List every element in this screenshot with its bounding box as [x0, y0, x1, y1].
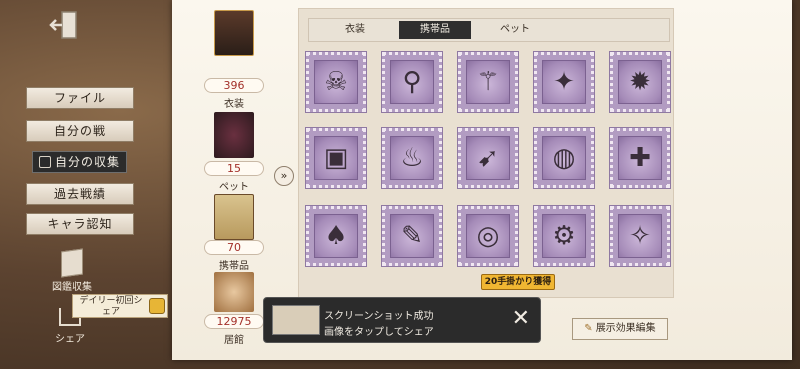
- sidebar-item-my-collection[interactable]: 自分の収集: [32, 151, 127, 173]
- spear-icon: ✦: [553, 67, 575, 97]
- exit-door-icon[interactable]: [48, 8, 82, 42]
- stamp-frame: ⚲: [390, 60, 434, 104]
- key-staff-icon: ⚲: [402, 67, 422, 97]
- category-tabs: 衣装 携帯品 ペット: [308, 18, 670, 42]
- tab-label: 衣装: [345, 24, 365, 35]
- crow-icon: ⚚: [476, 67, 500, 97]
- gift-icon: [149, 298, 165, 314]
- golden-relic-icon: ✹: [629, 67, 651, 97]
- candle-stand-icon: ♨: [400, 143, 424, 173]
- stamp-frame: ✚: [618, 136, 662, 180]
- close-icon[interactable]: ✕: [512, 306, 530, 332]
- catalog-button[interactable]: 図鑑収集: [44, 248, 100, 293]
- accessory-icon: [214, 194, 254, 240]
- stat-value: 396: [204, 78, 264, 93]
- stamp-frame: ☠: [314, 60, 358, 104]
- item-stamp[interactable]: ♨: [381, 127, 443, 189]
- stamp-frame: ⚙: [542, 214, 586, 258]
- item-stamp[interactable]: ✧: [609, 205, 671, 267]
- stat-value: 70: [204, 240, 264, 255]
- item-stamp[interactable]: ☠: [305, 51, 367, 113]
- item-stamp[interactable]: ⚚: [457, 51, 519, 113]
- sidebar-item-character[interactable]: キャラ認知: [26, 213, 134, 235]
- tab-costume[interactable]: 衣装: [319, 21, 391, 39]
- sidebar-item-label: 自分の戦: [53, 124, 106, 138]
- stamp-frame: ➹: [466, 136, 510, 180]
- sidebar-item-my-battles[interactable]: 自分の戦: [26, 120, 134, 142]
- pet-icon: [214, 112, 254, 158]
- portrait-card-icon: ▣: [323, 143, 349, 173]
- stat-value: 15: [204, 161, 264, 176]
- target-disc-icon: ◎: [476, 221, 500, 251]
- expand-arrow-button[interactable]: »: [274, 166, 294, 186]
- toast-title: スクリーンショット成功: [324, 311, 434, 322]
- purple-needle-icon: ➹: [477, 143, 499, 173]
- sidebar-item-label: ファイル: [53, 91, 106, 105]
- edit-display-button[interactable]: ✎ 展示効果編集: [572, 318, 668, 340]
- costume-portrait: [214, 10, 254, 56]
- item-stamp[interactable]: ➹: [457, 127, 519, 189]
- item-stamp[interactable]: ✚: [609, 127, 671, 189]
- daily-tip-text: デイリー初回シェア: [79, 296, 143, 317]
- item-stamp[interactable]: ✹: [609, 51, 671, 113]
- tab-pet[interactable]: ペット: [479, 21, 551, 39]
- sidebar-item-label: 過去戦績: [53, 187, 106, 201]
- stamp-frame: ◎: [466, 214, 510, 258]
- catalog-label: 図鑑収集: [52, 282, 92, 293]
- stamp-frame: ▣: [314, 136, 358, 180]
- edit-label: 展示効果編集: [595, 323, 656, 334]
- sidebar-item-label: キャラ認知: [47, 217, 113, 231]
- item-stamp[interactable]: ◎: [457, 205, 519, 267]
- book-icon: [61, 248, 83, 278]
- stamp-frame: ⚚: [466, 60, 510, 104]
- gear-box-icon: ⚙: [552, 221, 576, 251]
- stamp-frame: ◍: [542, 136, 586, 180]
- shield-icon: [38, 156, 51, 168]
- tab-label: ペット: [500, 24, 530, 35]
- hat-cape-icon: ♠: [324, 221, 348, 251]
- sidebar-item-file[interactable]: ファイル: [26, 87, 134, 109]
- stamp-frame: ✦: [542, 60, 586, 104]
- item-stamp[interactable]: ✦: [533, 51, 595, 113]
- stamp-frame: ♨: [390, 136, 434, 180]
- tab-accessory[interactable]: 携帯品: [399, 21, 471, 39]
- stamp-frame: ✧: [618, 214, 662, 258]
- crossbow-icon: ✚: [629, 143, 651, 173]
- sidebar-item-label: 自分の収集: [54, 155, 120, 169]
- screenshot-toast[interactable]: スクリーンショット成功 画像をタップしてシェア ✕: [263, 297, 541, 343]
- daily-share-tip: デイリー初回シェア: [72, 294, 168, 318]
- mansion-icon: [214, 272, 254, 312]
- stat-label: 居館: [224, 335, 244, 346]
- stamp-frame: ✎: [390, 214, 434, 258]
- tab-label: 携帯品: [420, 24, 450, 35]
- blue-orb-staff-icon: ✧: [629, 221, 651, 251]
- item-stamp[interactable]: ◍: [533, 127, 595, 189]
- sidebar-item-history[interactable]: 過去戦績: [26, 183, 134, 205]
- share-label: シェア: [55, 334, 85, 345]
- pumpkin-lantern-icon: ◍: [552, 143, 576, 173]
- skull-trinket-icon: ☠: [324, 67, 348, 97]
- item-stamp[interactable]: ▣: [305, 127, 367, 189]
- golden-rod-icon: ✎: [401, 221, 423, 251]
- stat-label: 携帯品: [219, 261, 249, 272]
- reward-tag: 20手掛かり獲得: [481, 274, 555, 290]
- screenshot-thumbnail[interactable]: [272, 305, 320, 335]
- item-stamp[interactable]: ✎: [381, 205, 443, 267]
- stamp-frame: ♠: [314, 214, 358, 258]
- item-stamp[interactable]: ♠: [305, 205, 367, 267]
- stat-label: 衣装: [224, 99, 244, 110]
- item-stamp[interactable]: ⚲: [381, 51, 443, 113]
- item-stamp[interactable]: ⚙: [533, 205, 595, 267]
- stat-value: 12975: [204, 314, 264, 329]
- stat-label: ペット: [219, 182, 249, 193]
- toast-subtitle: 画像をタップしてシェア: [324, 327, 434, 338]
- pencil-icon: ✎: [584, 323, 593, 334]
- stamp-frame: ✹: [618, 60, 662, 104]
